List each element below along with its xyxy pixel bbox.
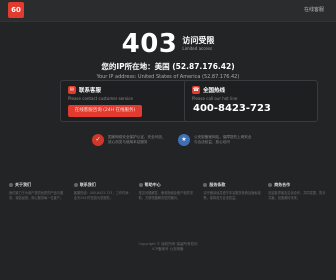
- footer-column-title[interactable]: 帮助中心: [145, 182, 161, 188]
- police-badge[interactable]: ★ 公安部备案网站，保障您的上网安全与合法权益，放心访问: [178, 134, 252, 146]
- hotline-card-subtitle: Please call our hot line: [192, 96, 238, 101]
- footer-column-text: 常见问题解答、使用指南及账户相关帮助，方便快捷解决您的疑问。: [138, 191, 193, 200]
- service-card-subtitle: Please contact customer service: [68, 96, 133, 101]
- hotline-card-title: 全国热线: [203, 88, 226, 94]
- customer-service-card: ✉ 联系客服 Please contact customer service 在…: [60, 80, 194, 122]
- copyright-line-2[interactable]: ICP备案号 公安网备: [0, 247, 336, 252]
- hotline-number[interactable]: 400-8423-723: [193, 103, 271, 114]
- footer-column: 联系我们 客服热线：400-8423-723，工作时间：全天24小时在线为您服务…: [71, 182, 136, 201]
- service-card-title: 联系客服: [79, 88, 102, 94]
- site-logo[interactable]: 60: [8, 2, 24, 18]
- bullet-icon: [9, 183, 13, 187]
- footer-columns: 关于我们 我们致力于为用户提供优质的产品与服务，诚信经营，用心服务每一位客户。 …: [6, 182, 330, 201]
- error-hero: 403 访问受限 Limited access 您的IP所在地：美国 (52.8…: [0, 30, 336, 80]
- footer-column-text: 我们致力于为用户提供优质的产品与服务，诚信经营，用心服务每一位客户。: [9, 191, 64, 200]
- phone-icon: ☎: [192, 86, 200, 94]
- ip-location-zh: 您的IP所在地：美国 (52.87.176.42): [101, 62, 235, 71]
- security-badge[interactable]: ✓ 国家网络安全保护认证，安全可信，放心浏览与使用本站服务: [92, 134, 166, 146]
- shield-icon: ✓: [92, 134, 104, 146]
- footer-column-text: 请仔细阅读并遵守本站服务条款及隐私政策，保障双方合法权益。: [203, 191, 261, 200]
- footer-column: 服务条款 请仔细阅读并遵守本站服务条款及隐私政策，保障双方合法权益。: [200, 182, 265, 201]
- police-badge-text: 公安部备案网站，保障您的上网安全与合法权益，放心访问: [194, 135, 252, 144]
- footer-column-text: 客服热线：400-8423-723，工作时间：全天24小时在线为您服务。: [73, 191, 132, 200]
- chat-icon: ✉: [68, 86, 76, 94]
- bullet-icon: [73, 183, 78, 187]
- online-consult-button[interactable]: 在线客服咨询 (24H 在线服务): [68, 105, 142, 117]
- error-title-en: Limited access: [182, 46, 213, 51]
- online-service-link[interactable]: 在线客服: [304, 6, 324, 13]
- bullet-icon: [203, 183, 208, 187]
- police-badge-icon: ★: [178, 134, 190, 146]
- footer-column-text: 欢迎各界朋友洽谈合作，共同发展，携手共赢，创造美好未来。: [268, 191, 326, 200]
- error-title-zh: 访问受限: [182, 36, 215, 45]
- top-bar: 60 在线客服: [0, 0, 336, 22]
- footer-column: 商务合作 欢迎各界朋友洽谈合作，共同发展，携手共赢，创造美好未来。: [265, 182, 330, 201]
- error-code: 403: [121, 29, 178, 59]
- bullet-icon: [138, 183, 143, 187]
- footer-column-title[interactable]: 商务合作: [274, 182, 290, 188]
- bullet-icon: [268, 183, 273, 187]
- footer-column-title[interactable]: 关于我们: [15, 182, 31, 188]
- footer-column: 帮助中心 常见问题解答、使用指南及账户相关帮助，方便快捷解决您的疑问。: [136, 182, 201, 201]
- footer-column-title[interactable]: 服务条款: [209, 182, 225, 188]
- hotline-card: ☎ 全国热线 Please call our hot line 400-8423…: [184, 80, 318, 122]
- footer-column: 关于我们 我们致力于为用户提供优质的产品与服务，诚信经营，用心服务每一位客户。: [6, 182, 71, 201]
- footer-column-title[interactable]: 联系我们: [80, 182, 96, 188]
- security-badge-text: 国家网络安全保护认证，安全可信，放心浏览与使用本站服务: [108, 135, 166, 144]
- copyright: Copyright © 版权所有 保留所有权利 ICP备案号 公安网备: [0, 242, 336, 252]
